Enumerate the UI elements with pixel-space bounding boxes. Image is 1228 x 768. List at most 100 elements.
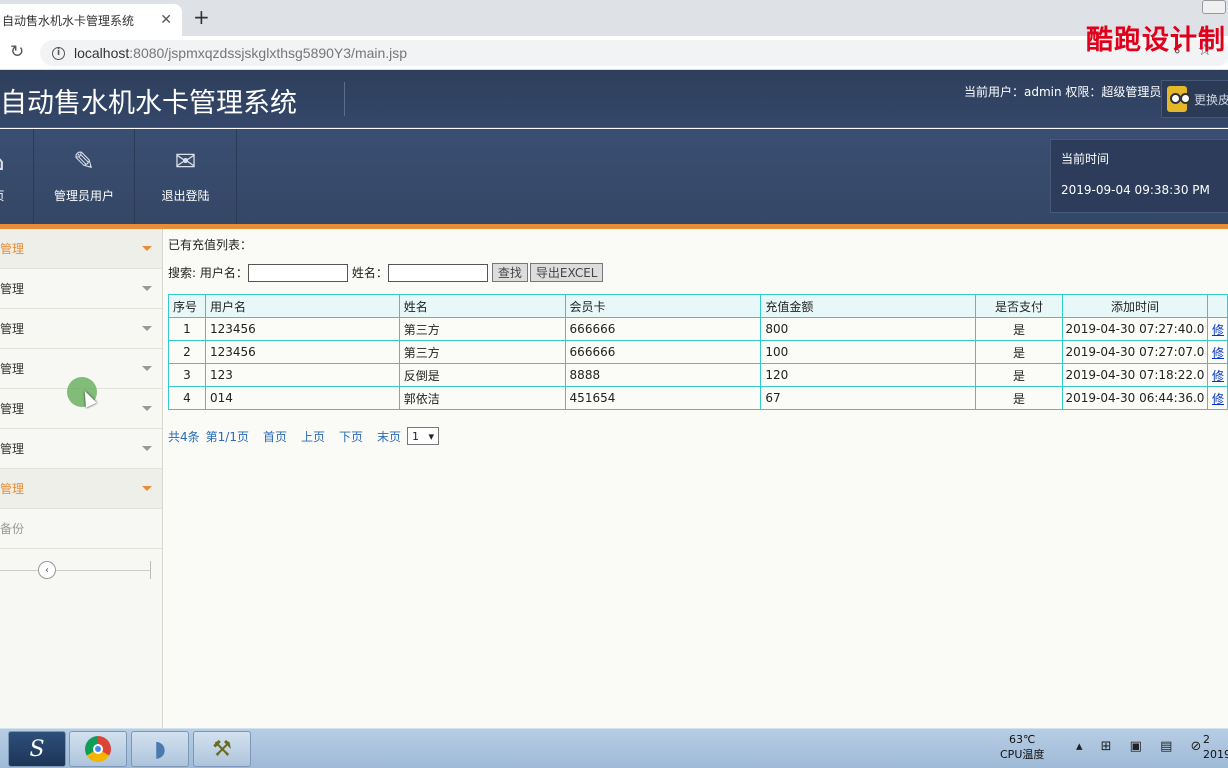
pagination: 共4条 第1/1页 首页 上页 下页 末页 1 ▾	[168, 427, 440, 445]
sidebar-item-label: 售水机管理	[0, 402, 25, 416]
caret-down-icon	[142, 486, 152, 491]
table-row: 2 123456 第三方 666666 100 是 2019-04-30 07:…	[168, 340, 1228, 364]
sidebar-subitem-backup[interactable]: 数据备份	[0, 509, 162, 549]
new-tab-button[interactable]: +	[193, 5, 210, 29]
collapse-sidebar-button[interactable]: ‹	[38, 561, 56, 579]
browser-tab-strip: 自动售水机水卡管理系统 ✕ +	[0, 0, 1228, 36]
tray-icons[interactable]: ▴ ⊞ ▣ ▤ ⊘	[1076, 739, 1208, 754]
cell-amount: 100	[760, 340, 977, 364]
tools-icon[interactable]: ⚒	[193, 731, 251, 767]
cell-time: 2019-04-30 07:27:07.0	[1061, 340, 1208, 364]
sidebar-item-recharge-mgmt[interactable]: 充值管理	[0, 309, 162, 349]
table-row: 3 123 反倒是 8888 120 是 2019-04-30 07:18:22…	[168, 363, 1228, 387]
export-excel-button[interactable]: 导出EXCEL	[529, 263, 604, 282]
cell-paid: 是	[975, 317, 1063, 341]
browser-tab[interactable]: 自动售水机水卡管理系统 ✕	[0, 4, 182, 36]
cpu-temp: 63℃ CPU温度	[1000, 732, 1044, 762]
name-search-input[interactable]	[387, 263, 488, 282]
col-header-no: 序号	[168, 294, 206, 318]
main-content: 已有充值列表： 搜索: 用户名： 姓名： 查找 导出EXCEL 序号 用户名 姓…	[168, 229, 1228, 728]
table-row: 1 123456 第三方 666666 800 是 2019-04-30 07:…	[168, 317, 1228, 341]
pager-page: 第1/1页	[205, 429, 249, 444]
cell-card: 666666	[564, 340, 762, 364]
cell-username: 014	[204, 386, 400, 410]
sidebar-item-label: 系统管理	[0, 482, 25, 496]
page-select[interactable]: 1 ▾	[407, 427, 440, 445]
cell-no: 2	[168, 340, 206, 364]
edit-link[interactable]: 修	[1212, 392, 1224, 406]
nav-label: 管理员用户	[53, 189, 114, 203]
username-search-input[interactable]	[247, 263, 348, 282]
sidebar-item-label: 留言管理	[0, 442, 25, 456]
sidebar-item-message-mgmt[interactable]: 留言管理	[0, 429, 162, 469]
cell-no: 1	[168, 317, 206, 341]
dolphin-icon[interactable]: ◗	[131, 731, 189, 767]
url-text: localhost:8080/jspmxqzdssjskglxthsg5890Y…	[74, 45, 407, 61]
sidebar-item-label: 充值管理	[0, 322, 25, 336]
time-value: 2019-09-04 09:38:30 PM	[1061, 183, 1210, 197]
username-label: 搜索: 用户名：	[168, 266, 248, 280]
cell-time: 2019-04-30 07:18:22.0	[1061, 363, 1208, 387]
cell-username: 123456	[204, 317, 400, 341]
col-header-username: 用户名	[204, 294, 400, 318]
pager-first-link[interactable]: 首页	[263, 428, 287, 445]
url-field[interactable]: i localhost:8080/jspmxqzdssjskglxthsg589…	[40, 40, 1228, 66]
list-title: 已有充值列表：	[168, 238, 253, 252]
pager-prev-link[interactable]: 上页	[301, 428, 325, 445]
caret-down-icon	[142, 286, 152, 291]
divider	[0, 570, 150, 571]
reload-icon[interactable]: ↻	[10, 42, 24, 62]
current-time-panel: 当前时间 2019-09-04 09:38:30 PM	[1050, 139, 1228, 213]
cell-action: 修	[1206, 386, 1228, 410]
page-select-value: 1	[412, 429, 420, 443]
edit-link[interactable]: 修	[1212, 323, 1224, 337]
envelope-icon: ✉	[174, 147, 197, 177]
edit-link[interactable]: 修	[1212, 346, 1224, 360]
pager-total: 共4条	[168, 429, 200, 444]
cell-name: 郭依洁	[398, 386, 566, 410]
sidebar-item-system-mgmt[interactable]: 系统管理	[0, 469, 162, 509]
sidebar-item-card-mgmt[interactable]: 会员卡管理	[0, 269, 162, 309]
cell-amount: 67	[760, 386, 977, 410]
caret-down-icon	[142, 406, 152, 411]
change-skin-button[interactable]: 更换皮	[1161, 80, 1228, 118]
cell-paid: 是	[975, 386, 1063, 410]
sidebar-item-label: 用户管理	[0, 242, 25, 256]
caret-down-icon	[142, 446, 152, 451]
col-header-action	[1206, 294, 1228, 318]
cell-name: 第三方	[398, 340, 566, 364]
search-row: 搜索: 用户名： 姓名： 查找 导出EXCEL	[168, 263, 604, 282]
nav-logout[interactable]: ✉ 退出登陆	[135, 129, 237, 224]
nav-admin-users[interactable]: ✎ 管理员用户	[34, 129, 135, 224]
clock-time: 2	[1203, 733, 1210, 746]
cell-username: 123456	[204, 340, 400, 364]
top-nav: ⌂ 首页 ✎ 管理员用户 ✉ 退出登陆 当前时间 2019-09-04 09:3…	[0, 129, 1228, 224]
cell-username: 123	[204, 363, 400, 387]
recharge-table: 序号 用户名 姓名 会员卡 充值金额 是否支付 添加时间 1 123456 第三…	[168, 294, 1228, 410]
info-icon[interactable]: i	[52, 46, 65, 60]
table-row: 4 014 郭依洁 451654 67 是 2019-04-30 06:44:3…	[168, 386, 1228, 410]
sidebar-item-label: 消费管理	[0, 362, 25, 376]
nav-label: 退出登陆	[161, 189, 210, 203]
app-title: 自动售水机水卡管理系统	[0, 88, 297, 119]
window-control[interactable]	[1202, 0, 1226, 14]
clock-date: 2019	[1203, 748, 1228, 761]
address-bar: ↻ i localhost:8080/jspmxqzdssjskglxthsg5…	[0, 36, 1228, 70]
app-s-icon[interactable]: S	[8, 731, 66, 767]
clock[interactable]: 2 2019	[1203, 732, 1228, 762]
col-header-amount: 充值金额	[760, 294, 977, 318]
pager-next-link[interactable]: 下页	[339, 428, 363, 445]
search-button[interactable]: 查找	[491, 263, 528, 282]
col-header-paid: 是否支付	[975, 294, 1063, 318]
pager-last-link[interactable]: 末页	[377, 428, 401, 445]
nav-label: 首页	[0, 187, 5, 204]
edit-link[interactable]: 修	[1212, 369, 1224, 383]
os-taskbar: S ◗ ⚒ 63℃ CPU温度 ▴ ⊞ ▣ ▤ ⊘ 2 2019	[0, 728, 1228, 768]
sidebar-item-user-mgmt[interactable]: 用户管理	[0, 229, 162, 269]
sidebar: 用户管理 会员卡管理 充值管理 消费管理 售水机管理 留言管理 系统管理 数据备…	[0, 229, 163, 728]
chrome-icon[interactable]	[69, 731, 127, 767]
sidebar-item-label: 会员卡管理	[0, 282, 25, 296]
close-icon[interactable]: ✕	[160, 12, 172, 28]
cell-amount: 800	[760, 317, 977, 341]
nav-home[interactable]: ⌂ 首页	[0, 129, 34, 224]
